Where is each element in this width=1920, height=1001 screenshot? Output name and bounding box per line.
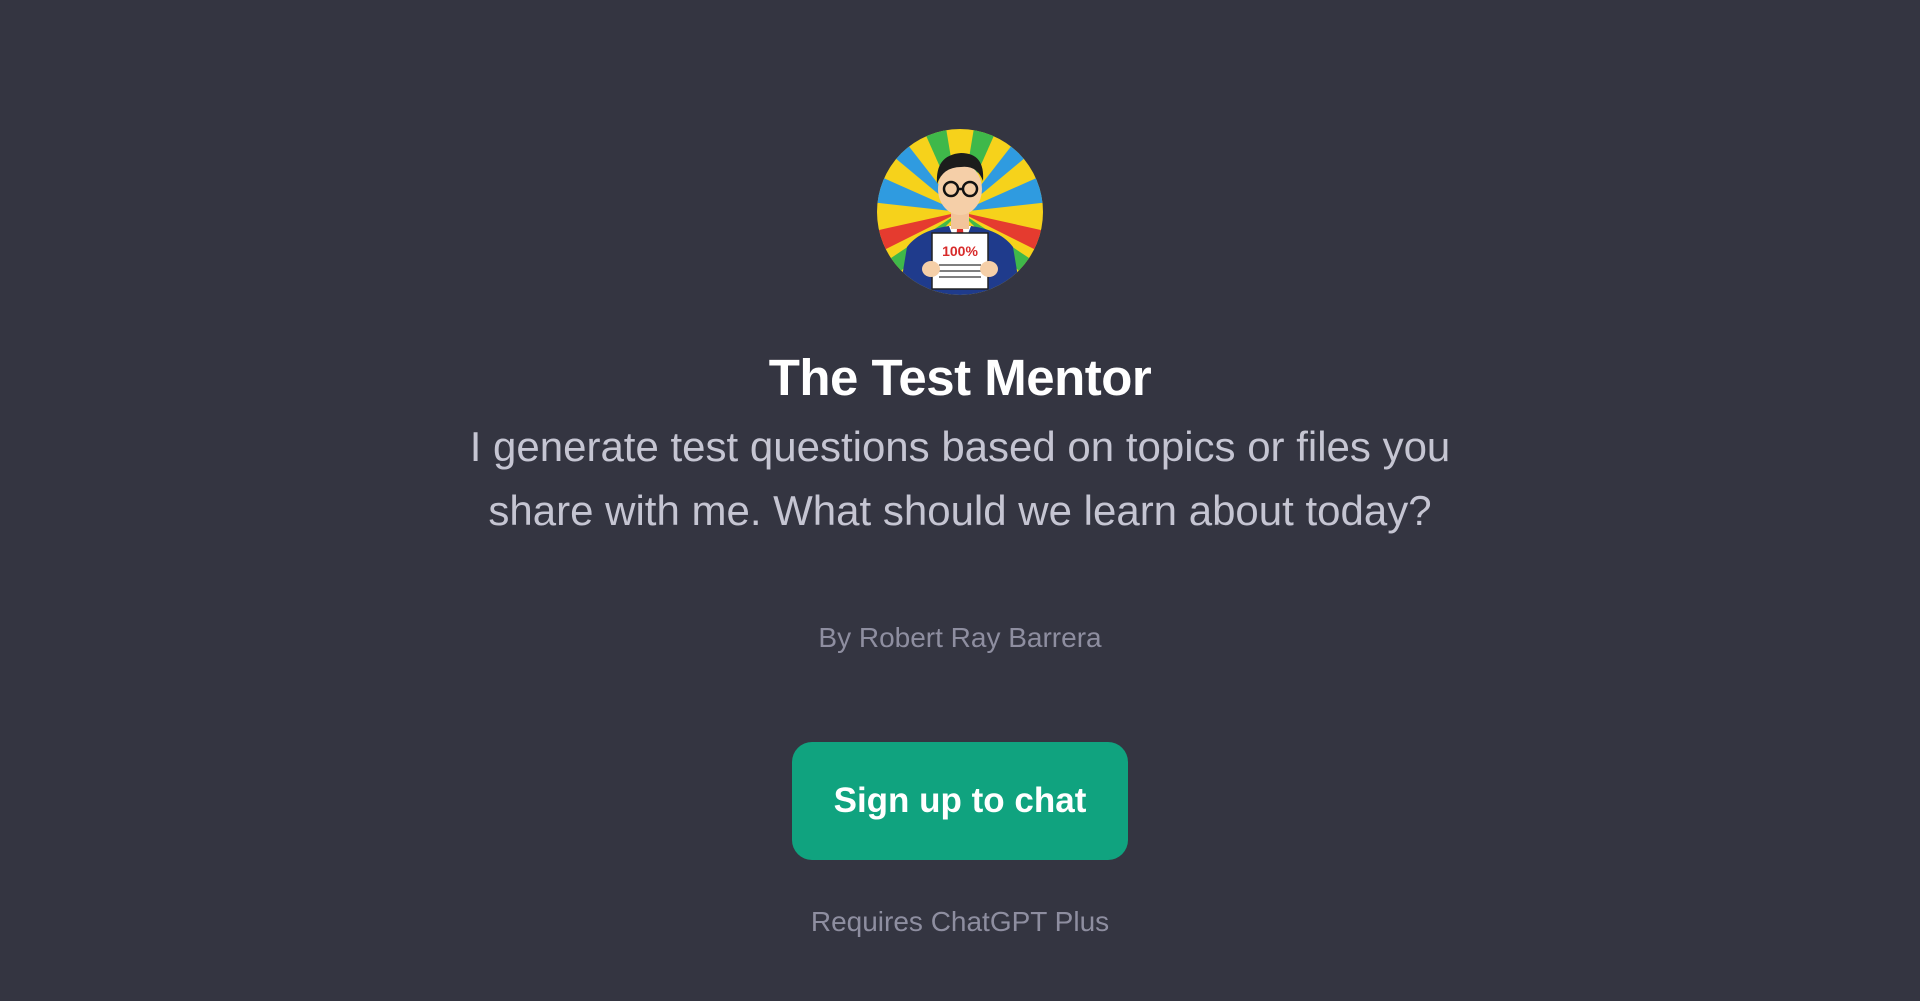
gpt-landing-page: 100% The Test Mentor I generate test que… [0,0,1920,1001]
gpt-author: By Robert Ray Barrera [818,622,1102,653]
sign-up-to-chat-button[interactable]: Sign up to chat [792,742,1128,860]
avatar-score-text: 100% [942,243,978,259]
gpt-description: I generate test questions based on topic… [469,423,1451,534]
gpt-title: The Test Mentor [768,349,1152,406]
gpt-avatar: 100% [877,129,1043,295]
avatar-illustration-icon: 100% [877,129,1043,295]
plan-requirement-note: Requires ChatGPT Plus [810,906,1110,937]
